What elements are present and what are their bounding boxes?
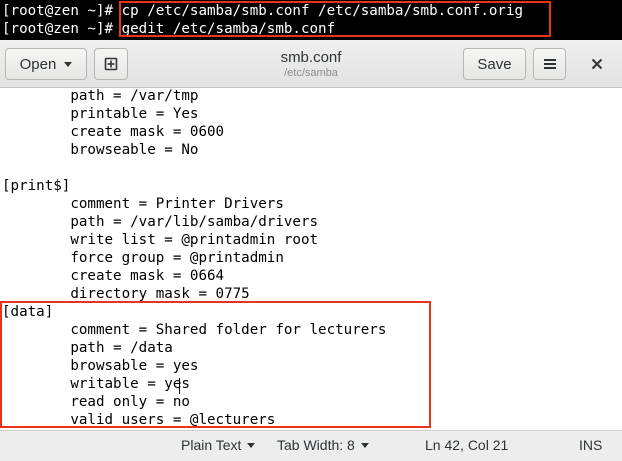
window-title: smb.conf — [280, 49, 342, 66]
close-icon — [591, 58, 603, 70]
vertical-scrollbar[interactable] — [611, 88, 622, 431]
hamburger-icon — [543, 59, 556, 69]
code-line: create mask = 0664 — [2, 268, 225, 284]
code-line: [print$] — [2, 178, 71, 194]
code-line: comment = Printer Drivers — [2, 196, 284, 212]
code-line: path = /var/lib/samba/drivers — [2, 214, 319, 230]
new-document-button[interactable] — [94, 48, 128, 80]
terminal-prompt: [root@zen ~]# — [2, 21, 114, 37]
terminal: [root@zen ~]# cp /etc/samba/smb.conf /et… — [0, 0, 622, 40]
open-button-label: Open — [19, 55, 57, 73]
headerbar: Open smb.conf /etc/samba Save — [0, 40, 622, 88]
data-section-highlight-box — [0, 301, 431, 428]
close-button[interactable] — [580, 48, 614, 80]
window-subtitle: /etc/samba — [284, 67, 338, 79]
tab-width-selector[interactable]: Tab Width: 8 — [277, 437, 369, 453]
chevron-down-icon — [64, 61, 73, 67]
terminal-prompt: [root@zen ~]# — [2, 3, 114, 19]
open-button[interactable]: Open — [5, 48, 87, 80]
language-selector[interactable]: Plain Text — [181, 437, 256, 453]
chevron-down-icon — [360, 442, 369, 448]
command-highlight-box — [119, 1, 551, 37]
menu-button[interactable] — [533, 48, 566, 80]
code-line: browseable = No — [2, 142, 199, 158]
code-line: printable = Yes — [2, 106, 199, 122]
insert-mode-indicator: INS — [579, 437, 603, 453]
save-button[interactable]: Save — [463, 48, 526, 80]
cursor-position: Ln 42, Col 21 — [425, 437, 509, 453]
tab-width-label: Tab Width: 8 — [277, 437, 355, 453]
chevron-down-icon — [247, 442, 256, 448]
new-document-icon — [104, 57, 118, 71]
code-line: write list = @printadmin root — [2, 232, 319, 248]
status-bar: Plain Text Tab Width: 8 Ln 42, Col 21 IN… — [0, 430, 622, 461]
language-label: Plain Text — [181, 437, 242, 453]
code-line: force group = @printadmin — [2, 250, 284, 266]
code-line: create mask = 0600 — [2, 124, 225, 140]
code-line: path = /var/tmp — [2, 88, 199, 104]
